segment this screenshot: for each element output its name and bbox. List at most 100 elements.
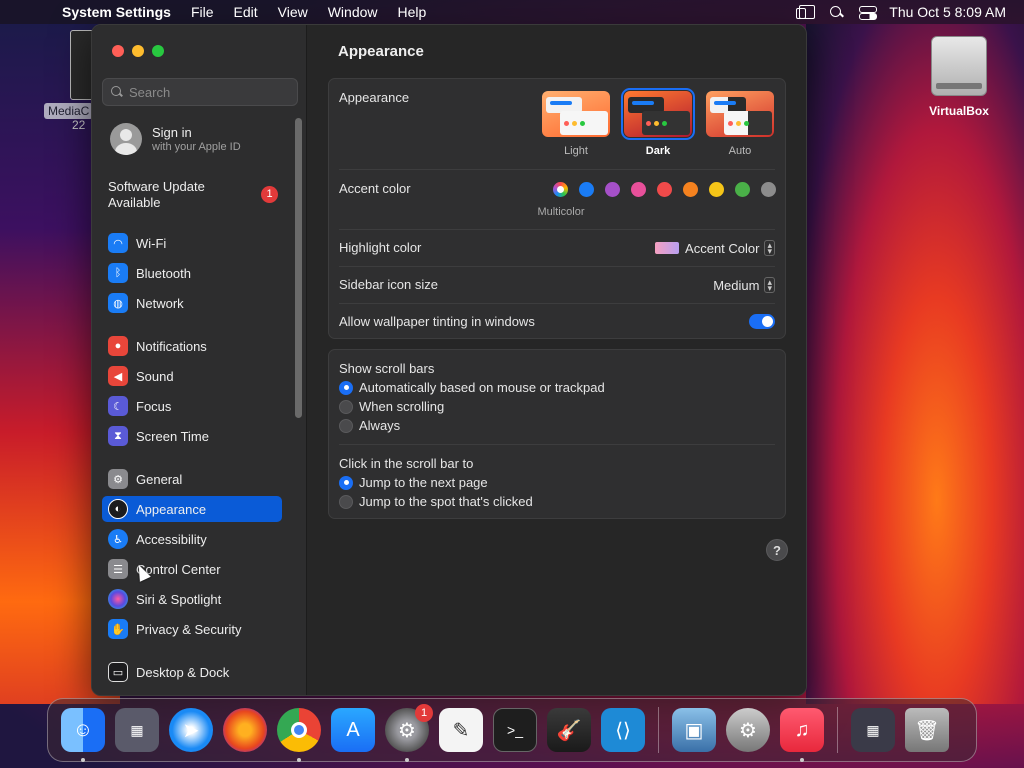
sidebar-item-appearance[interactable]: ◐ Appearance	[102, 496, 282, 522]
sidebar-item-siri[interactable]: Siri & Spotlight	[102, 586, 282, 612]
sidebar-item-network[interactable]: ◍ Network	[102, 290, 282, 316]
sidebar-item-accessibility[interactable]: ♿ Accessibility	[102, 526, 282, 552]
radio-label: Always	[359, 418, 401, 433]
sidebar-item-label: Screen Time	[136, 428, 209, 444]
apple-id-signin[interactable]: Sign in with your Apple ID	[110, 123, 241, 155]
chrome-icon[interactable]	[277, 708, 321, 762]
sidebar-item-desktop-dock[interactable]: ▭ Desktop & Dock	[102, 659, 282, 685]
siri-icon	[108, 589, 128, 609]
system-settings-icon[interactable]: ⚙ 1	[385, 704, 433, 762]
scroll-auto-radio[interactable]: Automatically based on mouse or trackpad	[339, 380, 605, 395]
dark-mode-thumbnail[interactable]	[621, 88, 695, 140]
garageband-icon[interactable]: 🎸	[547, 708, 591, 752]
app-store-icon[interactable]: A	[331, 708, 375, 752]
firefox-icon[interactable]	[223, 708, 267, 752]
control-center-icon[interactable]	[859, 5, 878, 20]
menu-view[interactable]: View	[268, 4, 318, 20]
accent-green-swatch[interactable]	[735, 182, 750, 197]
spotlight-search-icon[interactable]	[829, 5, 845, 19]
zoom-button[interactable]	[152, 45, 164, 57]
safari-icon[interactable]: ➤	[169, 708, 213, 752]
screen-mirroring-icon[interactable]	[796, 5, 816, 19]
dock-icon: ▭	[108, 662, 128, 682]
menu-clock[interactable]: Thu Oct 5 8:09 AM	[889, 4, 1006, 20]
sidebar-item-privacy[interactable]: ✋ Privacy & Security	[102, 616, 282, 642]
control-center-icon: ☰	[108, 559, 128, 579]
window-controls	[112, 45, 164, 57]
software-update-item[interactable]: Software Update Available 1	[108, 179, 278, 211]
music-icon[interactable]: ♫	[780, 708, 824, 762]
chevron-updown-icon: ▴ ▾	[764, 277, 775, 293]
icon-size-popup[interactable]: Medium ▴ ▾	[713, 277, 775, 293]
accent-purple-swatch[interactable]	[605, 182, 620, 197]
accent-yellow-swatch[interactable]	[709, 182, 724, 197]
accent-blue-swatch[interactable]	[579, 182, 594, 197]
close-button[interactable]	[112, 45, 124, 57]
running-indicator	[800, 758, 804, 762]
sidebar: Sign in with your Apple ID Software Upda…	[92, 25, 307, 695]
wifi-icon: ◠	[108, 233, 128, 253]
mediac-sublabel: 22	[72, 118, 86, 132]
highlight-color-popup[interactable]: Accent Color ▴ ▾	[655, 240, 775, 256]
accent-graphite-swatch[interactable]	[761, 182, 776, 197]
light-label: Light	[564, 145, 588, 157]
finder-icon[interactable]: ☺	[61, 708, 105, 762]
minimize-button[interactable]	[132, 45, 144, 57]
trash-icon[interactable]: 🗑	[905, 708, 949, 752]
scroll-when-scrolling-radio[interactable]: When scrolling	[339, 399, 444, 414]
system-settings-window: Sign in with your Apple ID Software Upda…	[91, 24, 807, 696]
sidebar-item-control-center[interactable]: ☰ Control Center	[102, 556, 282, 582]
update-line2: Available	[108, 195, 161, 210]
jump-next-page-radio[interactable]: Jump to the next page	[339, 475, 488, 490]
settings-badge: 1	[415, 704, 433, 722]
menu-edit[interactable]: Edit	[224, 4, 268, 20]
drive-icon	[931, 36, 987, 96]
sidebar-item-sound[interactable]: ◀ Sound	[102, 363, 282, 389]
sidebar-item-screen-time[interactable]: ⧗ Screen Time	[102, 423, 282, 449]
accent-multicolor-swatch[interactable]	[553, 182, 568, 197]
menu-help[interactable]: Help	[388, 4, 437, 20]
globe-icon: ◍	[108, 293, 128, 313]
menu-file[interactable]: File	[181, 4, 224, 20]
sidebar-item-notifications[interactable]: ● Notifications	[102, 333, 282, 359]
vscode-icon[interactable]: ⟨⟩	[601, 708, 645, 752]
virtualbox-drive[interactable]: VirtualBox	[922, 36, 996, 118]
sidebar-search[interactable]	[102, 78, 298, 106]
sidebar-item-label: Siri & Spotlight	[136, 591, 222, 607]
sidebar-item-bluetooth[interactable]: ᛒ Bluetooth	[102, 260, 282, 286]
tinting-toggle[interactable]	[749, 314, 775, 329]
speaker-icon: ◀	[108, 366, 128, 386]
accent-pink-swatch[interactable]	[631, 182, 646, 197]
mediac-label[interactable]: MediaC	[44, 103, 94, 119]
scroll-always-radio[interactable]: Always	[339, 418, 400, 433]
signin-title: Sign in	[152, 125, 192, 140]
sidebar-item-focus[interactable]: ☾ Focus	[102, 393, 282, 419]
menu-window[interactable]: Window	[318, 4, 388, 20]
icon-size-value: Medium	[713, 277, 760, 293]
automator-icon[interactable]: ⚙	[726, 708, 770, 752]
menu-app-name[interactable]: System Settings	[52, 4, 181, 20]
sidebar-item-label: Accessibility	[136, 531, 207, 547]
bluetooth-icon: ᛒ	[108, 263, 128, 283]
launchpad-icon[interactable]: ▦	[115, 708, 159, 752]
sidebar-item-label: Wi-Fi	[136, 235, 167, 251]
downloads-stack-icon[interactable]: ▦	[851, 708, 895, 752]
sidebar-item-general[interactable]: ⚙ General	[102, 466, 282, 492]
hourglass-icon: ⧗	[108, 426, 128, 446]
divider	[339, 169, 775, 170]
terminal-icon[interactable]: >_	[493, 708, 537, 752]
auto-mode-thumbnail[interactable]	[706, 91, 774, 137]
accent-orange-swatch[interactable]	[683, 182, 698, 197]
preview-icon[interactable]: ▣	[672, 708, 716, 752]
dock: ☺ ▦ ➤ A ⚙ 1 ✎ >_ 🎸 ⟨⟩ ▣ ⚙ ♫ ▦ 🗑	[47, 698, 977, 762]
jump-to-spot-radio[interactable]: Jump to the spot that's clicked	[339, 494, 533, 509]
accent-red-swatch[interactable]	[657, 182, 672, 197]
help-button[interactable]: ?	[766, 539, 788, 561]
light-mode-thumbnail[interactable]	[542, 91, 610, 137]
accent-swatches	[329, 182, 785, 198]
textedit-icon[interactable]: ✎	[439, 708, 483, 752]
dock-separator	[837, 707, 838, 753]
virtualbox-label: VirtualBox	[929, 104, 989, 118]
sidebar-item-wifi[interactable]: ◠ Wi-Fi	[102, 230, 282, 256]
search-input[interactable]	[129, 84, 289, 100]
